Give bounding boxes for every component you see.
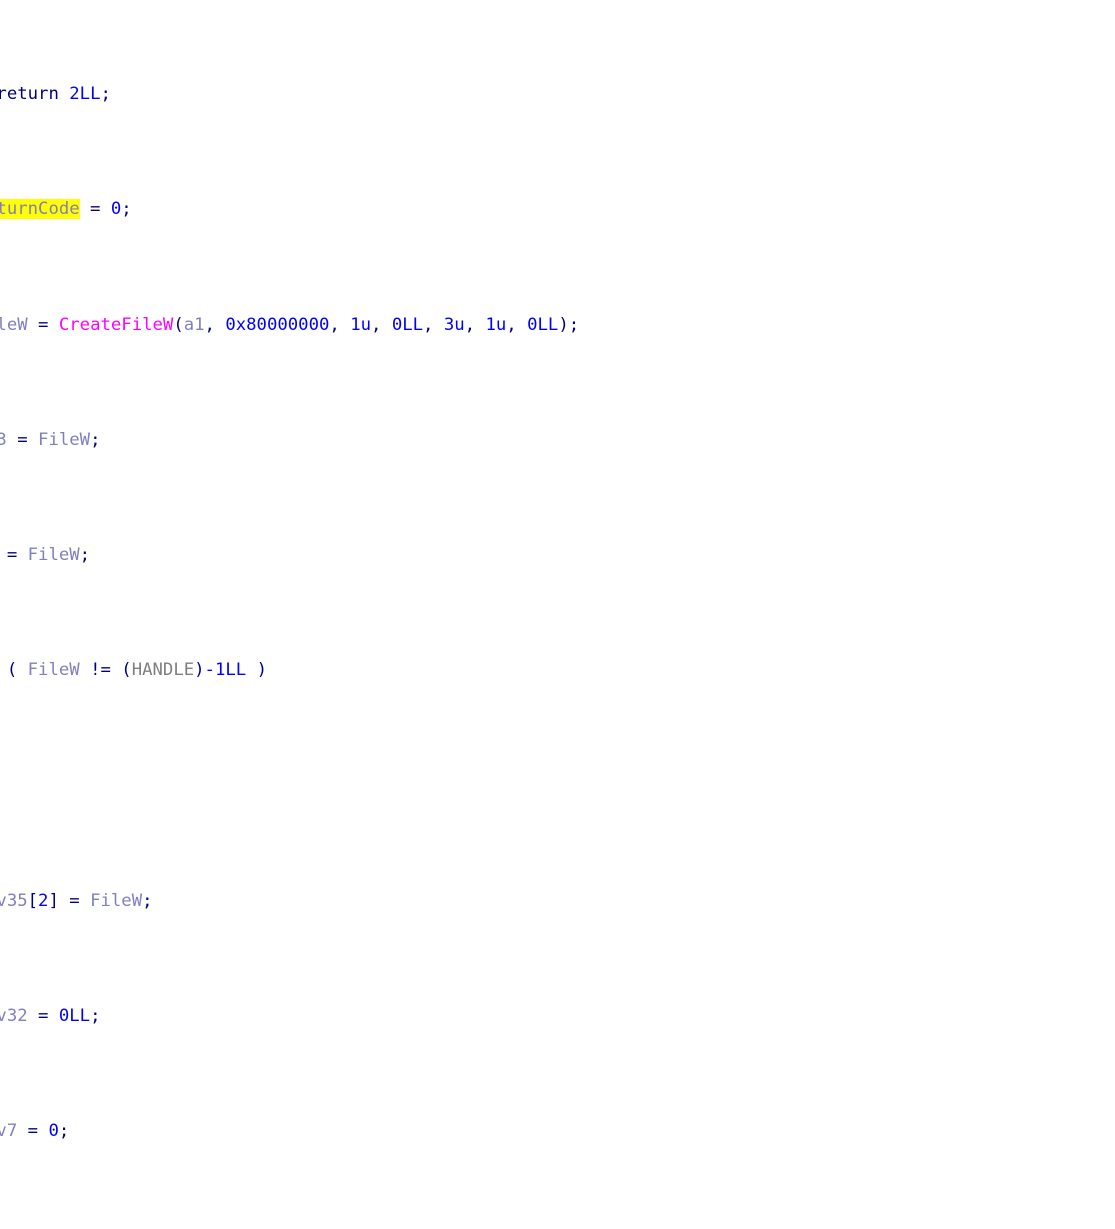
highlighted-identifier: returnCode <box>0 199 80 220</box>
code-line[interactable]: v32 = 0LL; <box>0 1005 1115 1028</box>
code-line[interactable]: { <box>0 775 1115 798</box>
code-line[interactable]: v33 = FileW; <box>0 429 1115 452</box>
code-line[interactable]: v5 = FileW; <box>0 544 1115 567</box>
code-line[interactable]: v35[2] = FileW; <box>0 890 1115 913</box>
code-line[interactable]: returnCode = 0; <box>0 198 1115 221</box>
code-line[interactable]: FileW = CreateFileW(a1, 0x80000000, 1u, … <box>0 314 1115 337</box>
code-line[interactable]: v7 = 0; <box>0 1120 1115 1143</box>
code-line[interactable]: if ( FileW != (HANDLE)-1LL ) <box>0 659 1115 682</box>
pseudocode-view[interactable]: return 2LL; returnCode = 0; FileW = Crea… <box>0 0 1115 1229</box>
code-line[interactable]: return 2LL; <box>0 83 1115 106</box>
imported-function-CreateFileW: CreateFileW <box>58 314 174 335</box>
code-text-area[interactable]: return 2LL; returnCode = 0; FileW = Crea… <box>0 0 1115 1229</box>
